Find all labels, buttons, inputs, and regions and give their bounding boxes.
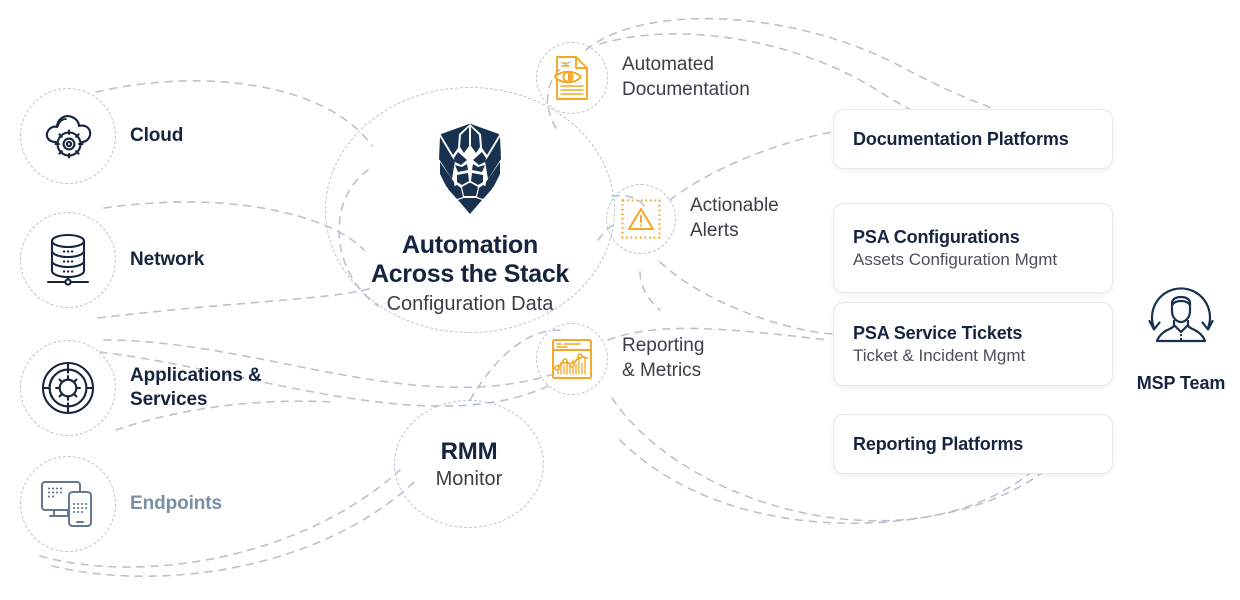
card-title-psa-service-tickets: PSA Service Tickets [853, 322, 1023, 343]
source-node-endpoints[interactable]: Endpoints [20, 456, 222, 552]
destination-card-psa-service-tickets[interactable]: PSA Service Tickets Ticket & Incident Mg… [833, 302, 1113, 386]
output-node-reporting-metrics[interactable]: Reporting & Metrics [536, 323, 704, 395]
output-label-reporting-metrics: Reporting & Metrics [622, 335, 705, 381]
rmm-node: RMM Monitor [394, 400, 544, 528]
output-node-actionable-alerts[interactable]: Actionable Alerts [606, 184, 779, 254]
msp-team-label: MSP Team [1136, 373, 1226, 393]
rmm-title: RMM [440, 437, 498, 465]
gear-disc-icon [20, 340, 116, 436]
source-node-network[interactable]: Network [20, 212, 204, 308]
destination-card-documentation-platforms[interactable]: Documentation Platforms [833, 109, 1113, 169]
user-circular-arrows-icon [1140, 278, 1222, 365]
devices-icon [20, 456, 116, 552]
output-label-automated-documentation: Automated Documentation [622, 54, 750, 100]
output-node-automated-documentation[interactable]: Automated Documentation [536, 42, 750, 114]
cloud-gear-icon [20, 88, 116, 184]
chart-report-icon [536, 323, 608, 395]
central-hub: Automation Across the Stack Configuratio… [325, 87, 615, 333]
card-title-reporting-platforms: Reporting Platforms [853, 433, 1024, 454]
source-label-applications: Applications & Services [130, 365, 262, 410]
source-label-cloud: Cloud [130, 125, 184, 147]
card-subtitle-psa-configurations: Assets Configuration Mgmt [853, 249, 1058, 269]
destination-card-psa-configurations[interactable]: PSA Configurations Assets Configuration … [833, 203, 1113, 293]
rmm-subtitle: Monitor [435, 467, 503, 490]
diagram-canvas: Cloud Network Applications & Services En… [0, 0, 1240, 600]
lion-shield-logo [428, 122, 512, 221]
card-title-psa-configurations: PSA Configurations [853, 226, 1020, 247]
card-title-documentation-platforms: Documentation Platforms [853, 128, 1069, 149]
source-node-applications[interactable]: Applications & Services [20, 340, 262, 436]
source-label-network: Network [130, 249, 205, 271]
output-label-actionable-alerts: Actionable Alerts [690, 195, 779, 241]
database-stack-icon [20, 212, 116, 308]
destination-card-reporting-platforms[interactable]: Reporting Platforms [833, 414, 1113, 474]
card-subtitle-psa-service-tickets: Ticket & Incident Mgmt [853, 345, 1026, 365]
source-label-endpoints: Endpoints [130, 493, 222, 515]
hub-subtitle: Configuration Data [386, 293, 554, 315]
source-node-cloud[interactable]: Cloud [20, 88, 183, 184]
msp-team-node[interactable]: MSP Team [1133, 278, 1229, 394]
alert-triangle-icon [606, 184, 676, 254]
document-eye-icon [536, 42, 608, 114]
hub-title: Automation Across the Stack [370, 231, 570, 288]
